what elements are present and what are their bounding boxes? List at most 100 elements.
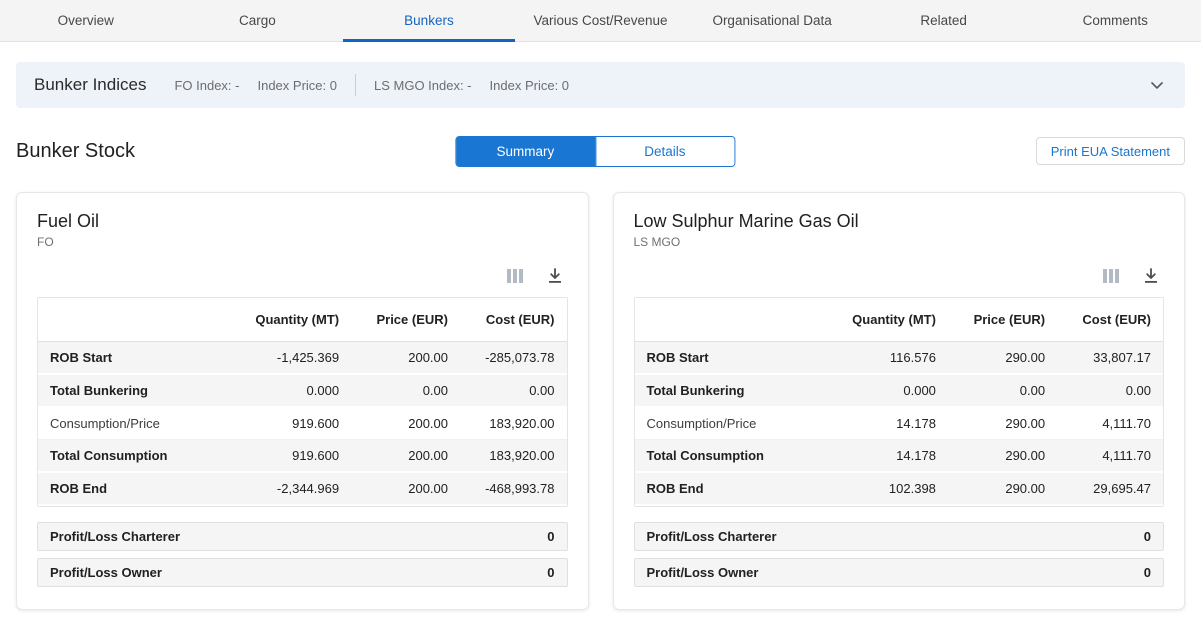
tab-cargo[interactable]: Cargo — [172, 0, 344, 41]
chevron-down-icon[interactable] — [1147, 75, 1167, 95]
row-label: ROB Start — [38, 342, 228, 375]
table-toolbar — [37, 265, 564, 287]
tab-various-cost-revenue[interactable]: Various Cost/Revenue — [515, 0, 687, 41]
row-cost: -285,073.78 — [460, 342, 567, 375]
indices-divider — [355, 74, 356, 96]
profit-loss-charterer-value: 0 — [547, 529, 554, 544]
profit-loss-charterer-value: 0 — [1144, 529, 1151, 544]
row-label: ROB End — [635, 472, 825, 505]
row-price: 290.00 — [948, 472, 1057, 505]
ls-mgo-index-label: LS MGO Index: - — [374, 78, 472, 93]
columns-icon[interactable] — [506, 267, 524, 285]
row-price: 290.00 — [948, 440, 1057, 473]
bunker-stock-header: Bunker Stock Summary Details Print EUA S… — [16, 134, 1185, 168]
row-cost: 0.00 — [460, 374, 567, 407]
row-quantity: 116.576 — [825, 342, 948, 375]
row-cost: 183,920.00 — [460, 440, 567, 473]
table-row: Total Bunkering 0.000 0.00 0.00 — [38, 374, 567, 407]
profit-loss-owner-value: 0 — [547, 565, 554, 580]
row-price: 0.00 — [948, 374, 1057, 407]
tab-organisational-data[interactable]: Organisational Data — [686, 0, 858, 41]
ls-mgo-table: Quantity (MT) Price (EUR) Cost (EUR) ROB… — [635, 298, 1164, 506]
row-cost: 4,111.70 — [1057, 407, 1163, 440]
row-cost: 183,920.00 — [460, 407, 567, 440]
bunker-table-wrap: Quantity (MT) Price (EUR) Cost (EUR) ROB… — [634, 297, 1165, 507]
row-price: 200.00 — [351, 440, 460, 473]
profit-loss-owner-value: 0 — [1144, 565, 1151, 580]
fo-index-label: FO Index: - — [174, 78, 239, 93]
row-quantity: -2,344.969 — [228, 472, 351, 505]
bunker-cards: Fuel Oil FO Quantity (MT) Price (EUR) Co… — [16, 192, 1185, 610]
row-label: Total Bunkering — [38, 374, 228, 407]
row-label: ROB Start — [635, 342, 825, 375]
col-cost: Cost (EUR) — [460, 298, 567, 342]
page-title: Bunker Stock — [16, 140, 135, 163]
row-cost: 0.00 — [1057, 374, 1163, 407]
row-quantity: 0.000 — [228, 374, 351, 407]
table-row: Total Consumption 919.600 200.00 183,920… — [38, 440, 567, 473]
table-row: Consumption/Price 919.600 200.00 183,920… — [38, 407, 567, 440]
ls-mgo-card: Low Sulphur Marine Gas Oil LS MGO Quanti… — [613, 192, 1186, 610]
row-price: 0.00 — [351, 374, 460, 407]
tab-comments[interactable]: Comments — [1029, 0, 1201, 41]
top-tab-bar: Overview Cargo Bunkers Various Cost/Reve… — [0, 0, 1201, 42]
row-label: Total Consumption — [635, 440, 825, 473]
table-row: Total Consumption 14.178 290.00 4,111.70 — [635, 440, 1164, 473]
print-eua-statement-button[interactable]: Print EUA Statement — [1036, 137, 1185, 165]
table-row: ROB Start -1,425.369 200.00 -285,073.78 — [38, 342, 567, 375]
profit-loss-charterer: Profit/Loss Charterer 0 — [37, 522, 568, 551]
tab-overview[interactable]: Overview — [0, 0, 172, 41]
profit-loss-owner: Profit/Loss Owner 0 — [37, 558, 568, 587]
col-cost: Cost (EUR) — [1057, 298, 1163, 342]
row-cost: 33,807.17 — [1057, 342, 1163, 375]
ls-mgo-index-price-label: Index Price: 0 — [490, 78, 570, 93]
table-row: ROB End -2,344.969 200.00 -468,993.78 — [38, 472, 567, 505]
row-quantity: 919.600 — [228, 440, 351, 473]
row-cost: 4,111.70 — [1057, 440, 1163, 473]
tab-bunkers[interactable]: Bunkers — [343, 0, 515, 41]
col-quantity: Quantity (MT) — [825, 298, 948, 342]
row-cost: -468,993.78 — [460, 472, 567, 505]
profit-loss-owner: Profit/Loss Owner 0 — [634, 558, 1165, 587]
col-blank — [635, 298, 825, 342]
row-label: Consumption/Price — [38, 407, 228, 440]
card-title: Fuel Oil — [37, 211, 568, 232]
row-label: Total Consumption — [38, 440, 228, 473]
row-price: 290.00 — [948, 342, 1057, 375]
profit-loss-charterer-label: Profit/Loss Charterer — [647, 529, 777, 544]
columns-icon[interactable] — [1102, 267, 1120, 285]
col-blank — [38, 298, 228, 342]
bunker-indices-bar: Bunker Indices FO Index: - Index Price: … — [16, 62, 1185, 108]
bunker-indices-title: Bunker Indices — [34, 75, 146, 95]
row-quantity: 14.178 — [825, 407, 948, 440]
details-toggle-button[interactable]: Details — [595, 137, 734, 166]
tab-related[interactable]: Related — [858, 0, 1030, 41]
table-row: ROB End 102.398 290.00 29,695.47 — [635, 472, 1164, 505]
col-price: Price (EUR) — [351, 298, 460, 342]
row-quantity: 0.000 — [825, 374, 948, 407]
row-label: Total Bunkering — [635, 374, 825, 407]
profit-loss-owner-label: Profit/Loss Owner — [50, 565, 162, 580]
fuel-oil-table: Quantity (MT) Price (EUR) Cost (EUR) ROB… — [38, 298, 567, 506]
row-label: ROB End — [38, 472, 228, 505]
profit-loss-charterer: Profit/Loss Charterer 0 — [634, 522, 1165, 551]
fo-index-price-label: Index Price: 0 — [257, 78, 337, 93]
download-icon[interactable] — [546, 267, 564, 285]
row-price: 200.00 — [351, 472, 460, 505]
table-row: Total Bunkering 0.000 0.00 0.00 — [635, 374, 1164, 407]
table-row: Consumption/Price 14.178 290.00 4,111.70 — [635, 407, 1164, 440]
row-price: 200.00 — [351, 407, 460, 440]
row-quantity: -1,425.369 — [228, 342, 351, 375]
summary-details-toggle: Summary Details — [455, 136, 735, 167]
table-row: ROB Start 116.576 290.00 33,807.17 — [635, 342, 1164, 375]
download-icon[interactable] — [1142, 267, 1160, 285]
card-subtitle: LS MGO — [634, 235, 1165, 249]
card-subtitle: FO — [37, 235, 568, 249]
row-quantity: 14.178 — [825, 440, 948, 473]
profit-loss-charterer-label: Profit/Loss Charterer — [50, 529, 180, 544]
summary-toggle-button[interactable]: Summary — [456, 137, 595, 166]
fuel-oil-card: Fuel Oil FO Quantity (MT) Price (EUR) Co… — [16, 192, 589, 610]
bunker-table-wrap: Quantity (MT) Price (EUR) Cost (EUR) ROB… — [37, 297, 568, 507]
row-cost: 29,695.47 — [1057, 472, 1163, 505]
col-quantity: Quantity (MT) — [228, 298, 351, 342]
